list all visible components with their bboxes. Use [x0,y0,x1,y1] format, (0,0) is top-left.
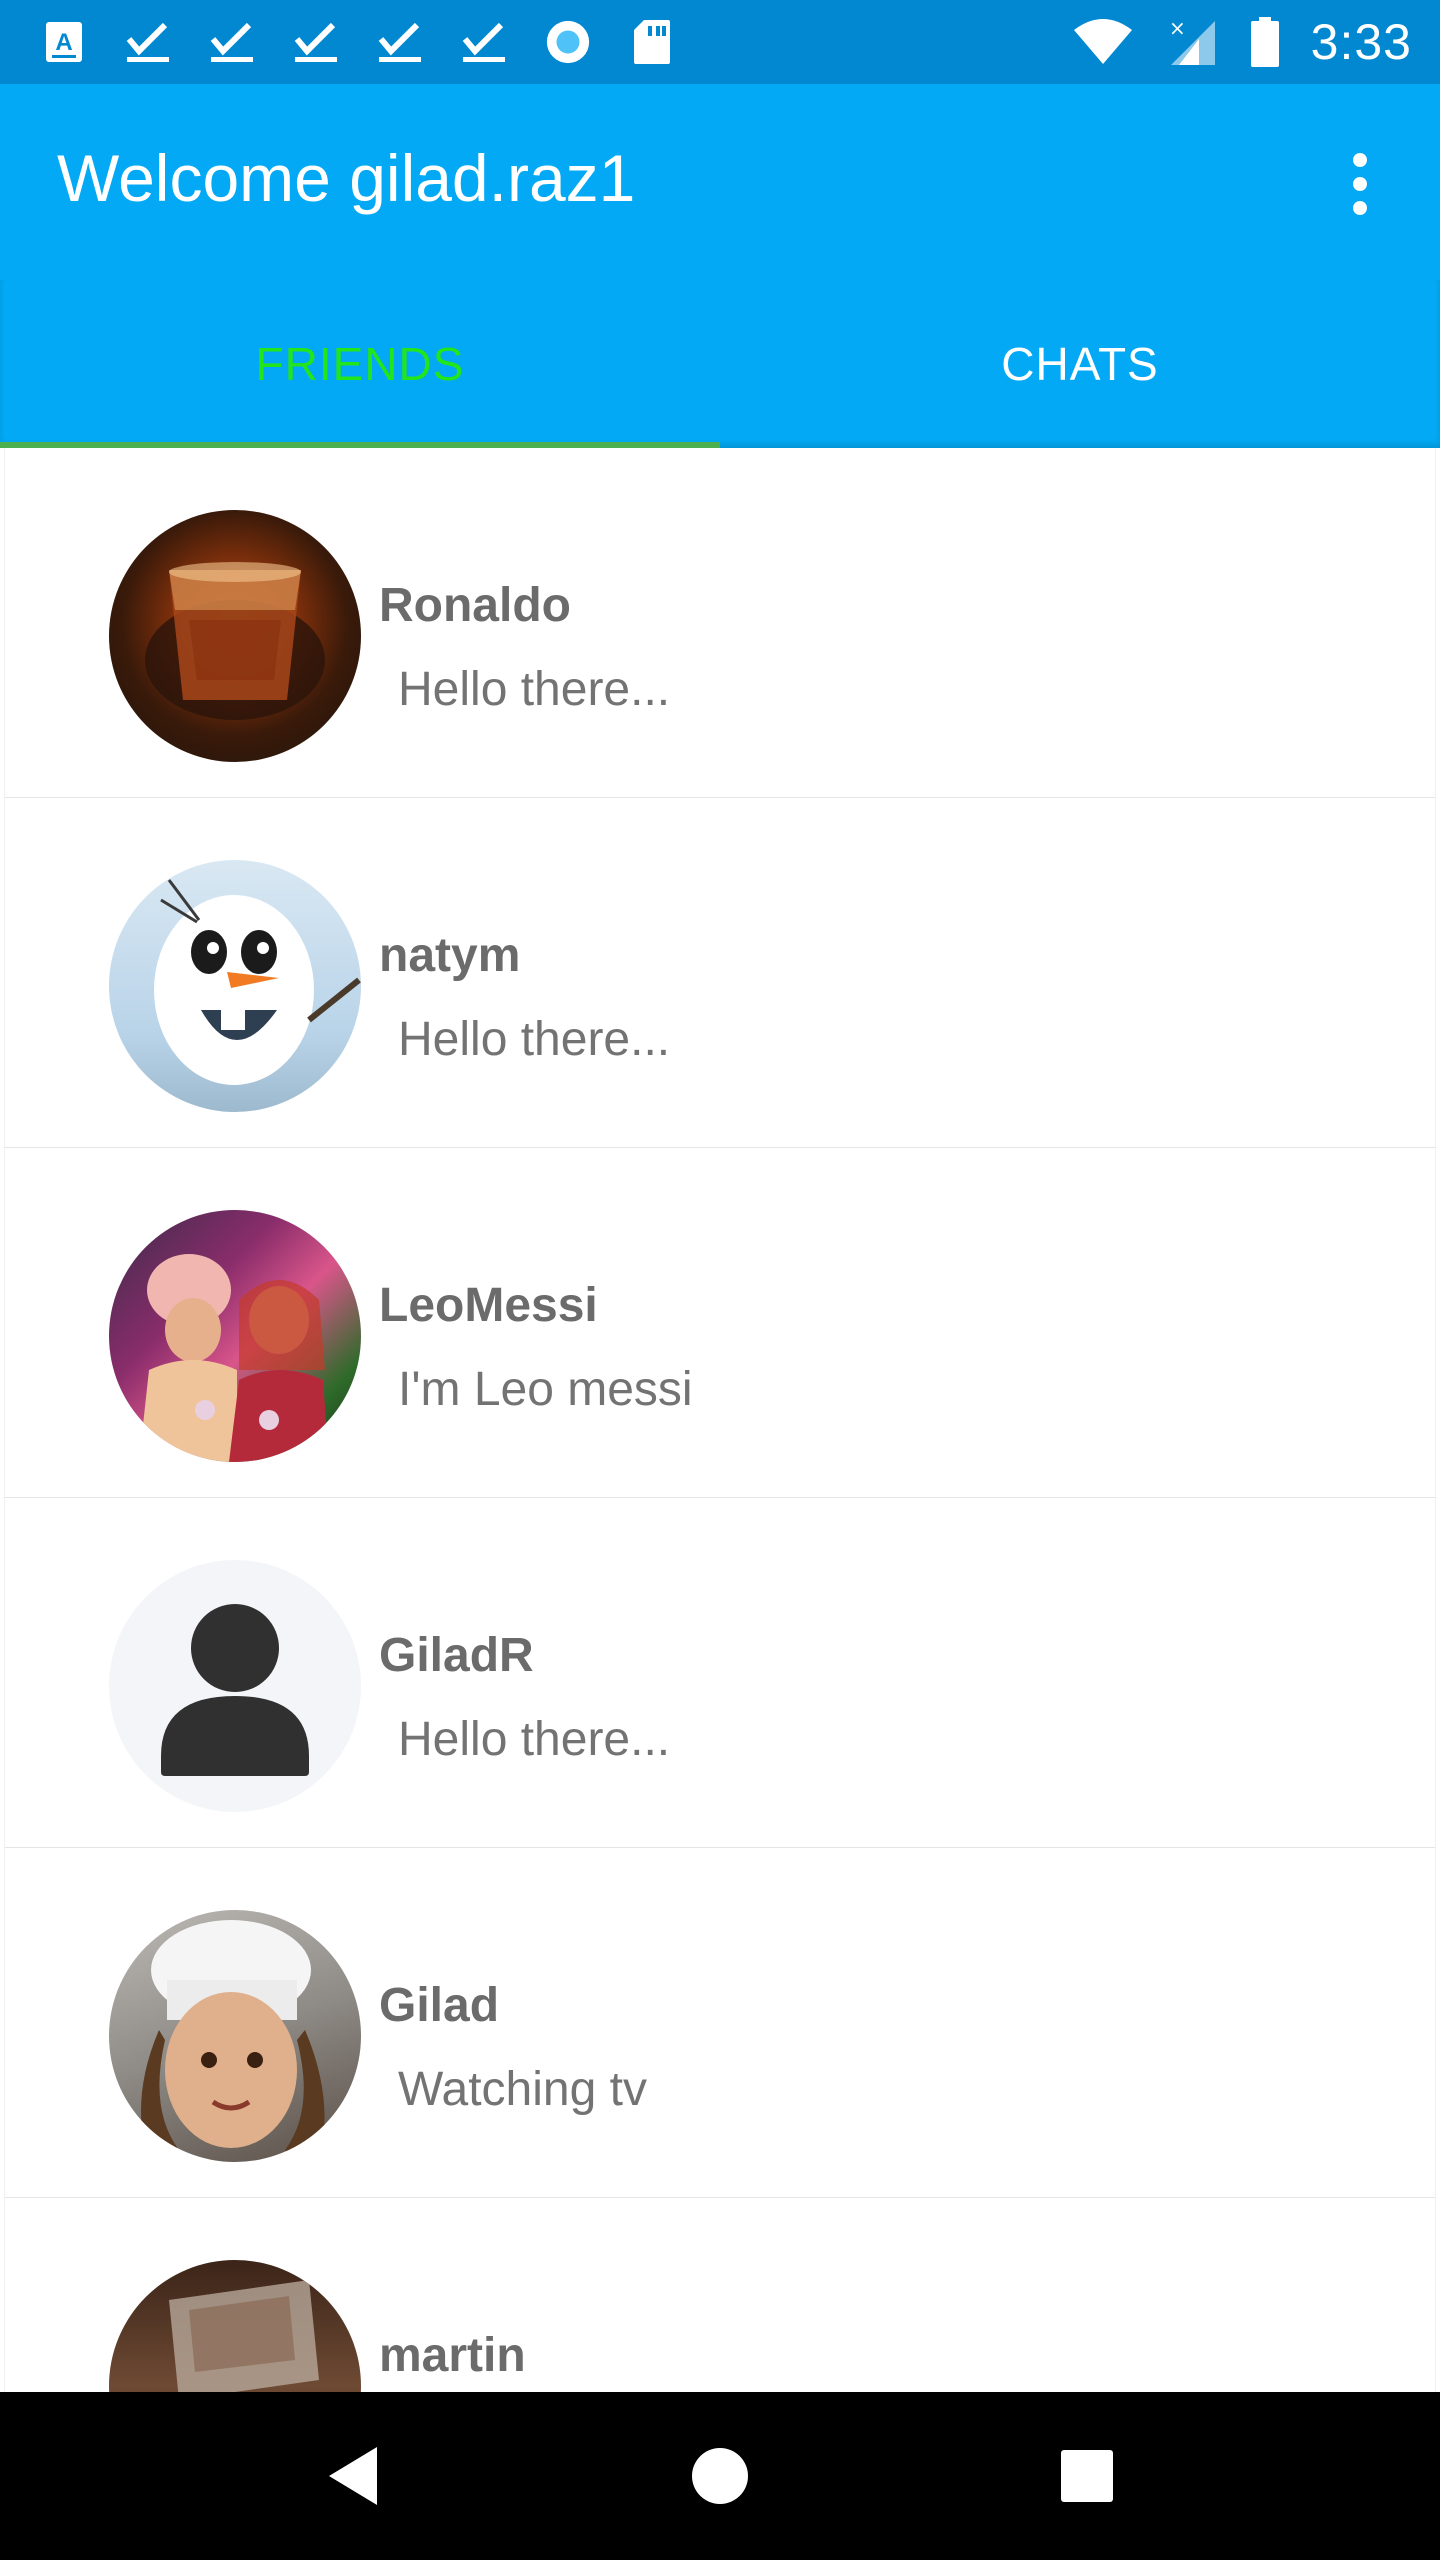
sd-card-icon [628,18,676,66]
list-item[interactable]: martin [4,2198,1436,2392]
wifi-icon [1071,18,1135,66]
tab-bar: FRIENDS CHATS [0,280,1440,448]
friend-status: Watching tv [398,2063,647,2116]
avatar [109,2260,361,2392]
avatar [109,1560,361,1812]
tab-chats[interactable]: CHATS [720,280,1440,448]
check-icon [124,18,172,66]
battery-icon [1247,17,1283,67]
friend-name: Ronaldo [379,579,571,632]
system-icons: × 3:33 [1071,14,1412,70]
list-item[interactable]: natym Hello there... [4,798,1436,1148]
person-icon [161,1604,309,1776]
friend-status: Hello there... [398,1713,671,1766]
friend-status: Hello there... [398,1013,671,1066]
more-vert-icon[interactable] [1320,144,1400,224]
check-icon [376,18,424,66]
status-bar: A × 3:33 [0,0,1440,84]
friend-status: Hello there... [398,663,671,716]
recents-icon[interactable] [1037,2426,1137,2526]
font-notification-icon: A [40,18,88,66]
app-bar: Welcome gilad.raz1 [0,84,1440,280]
navigation-bar [0,2392,1440,2560]
avatar [109,860,361,1112]
list-item[interactable]: GiladR Hello there... [4,1498,1436,1848]
check-icon [208,18,256,66]
friend-list: Ronaldo Hello there... natym Hello there… [0,448,1440,2392]
list-item[interactable]: Gilad Watching tv [4,1848,1436,2198]
svg-text:×: × [1169,17,1186,40]
cell-signal-icon: × [1163,17,1219,66]
circle-notification-icon [544,18,592,66]
avatar [109,1910,361,2162]
tab-friends[interactable]: FRIENDS [0,280,720,448]
check-icon [460,18,508,66]
avatar [109,510,361,762]
friend-name: Gilad [379,1979,500,2032]
back-icon[interactable] [303,2426,403,2526]
avatar [109,1210,361,1462]
home-icon[interactable] [670,2426,770,2526]
friend-name: GiladR [379,1629,534,1682]
friend-name: LeoMessi [379,1279,598,1332]
status-time: 3:33 [1310,14,1412,70]
svg-text:A: A [55,29,72,56]
friend-name: natym [379,929,521,982]
list-item[interactable]: LeoMessi I'm Leo messi [4,1148,1436,1498]
check-icon [292,18,340,66]
friend-name: martin [379,2329,526,2382]
list-item[interactable]: Ronaldo Hello there... [4,448,1436,798]
page-title: Welcome gilad.raz1 [57,141,636,215]
friend-status: I'm Leo messi [398,1363,693,1416]
notification-icons: A [40,14,676,70]
